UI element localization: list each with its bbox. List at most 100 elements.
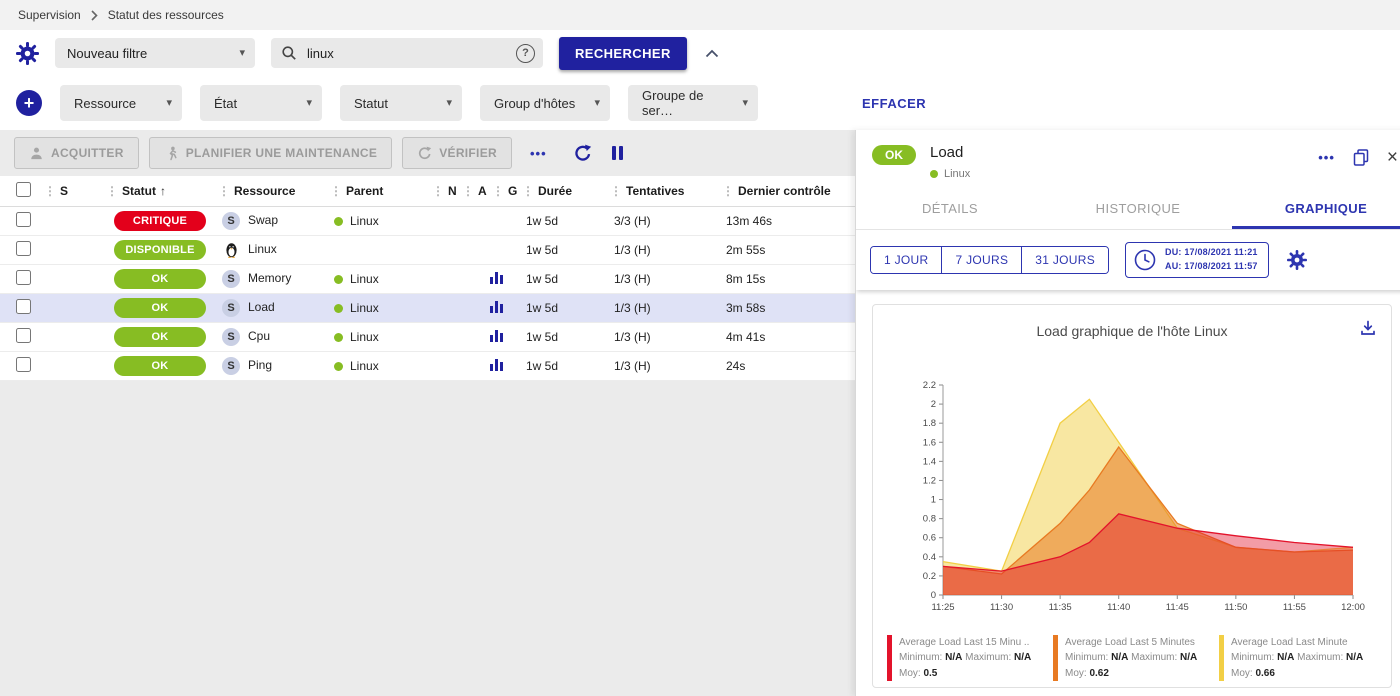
parent-name[interactable]: Linux [350, 272, 379, 286]
col-header-n[interactable]: N [448, 184, 457, 198]
column-drag-handle-icon[interactable]: ⋮ [432, 184, 444, 198]
search-input[interactable] [307, 46, 506, 61]
table-row-selected[interactable]: OK SLoad Linux 1w 5d 1/3 (H) 3m 58s [0, 293, 855, 322]
filter-servicegroup-select[interactable]: Groupe de ser… ▾ [628, 85, 758, 121]
filter-resource-label: Ressource [74, 96, 136, 111]
resource-name[interactable]: Load [248, 300, 275, 314]
maintenance-button[interactable]: PLANIFIER UNE MAINTENANCE [149, 137, 393, 169]
table-row[interactable]: OK SPing Linux 1w 5d 1/3 (H) 24s [0, 351, 855, 380]
column-drag-handle-icon[interactable]: ⋮ [610, 184, 622, 198]
legend-color-bar [1219, 635, 1224, 681]
legend-item[interactable]: Average Load Last 15 Minu .. Minimum: N/… [887, 635, 1045, 682]
add-criteria-button[interactable]: + [16, 90, 42, 116]
maintenance-label: PLANIFIER UNE MAINTENANCE [186, 146, 378, 160]
settings-gear-icon[interactable] [16, 42, 39, 65]
refresh-icon[interactable] [573, 144, 592, 163]
resource-name[interactable]: Swap [248, 213, 278, 227]
row-checkbox[interactable] [16, 299, 31, 314]
duration-cell: 1w 5d [520, 235, 608, 264]
download-icon[interactable] [1359, 319, 1377, 337]
acknowledge-button[interactable]: ACQUITTER [14, 137, 139, 169]
col-header-resource[interactable]: Ressource [234, 184, 295, 198]
acknowledge-label: ACQUITTER [51, 146, 124, 160]
svg-text:2: 2 [931, 399, 936, 410]
col-header-a[interactable]: A [478, 184, 487, 198]
search-field[interactable]: ? [271, 38, 543, 68]
pause-icon[interactable] [612, 146, 623, 160]
column-drag-handle-icon[interactable]: ⋮ [218, 184, 230, 198]
tab-details[interactable]: DÉTAILS [856, 188, 1044, 229]
row-checkbox[interactable] [16, 357, 31, 372]
resource-name[interactable]: Linux [248, 242, 277, 256]
range-1-day-button[interactable]: 1 JOUR [871, 247, 941, 273]
col-header-parent[interactable]: Parent [346, 184, 383, 198]
graph-settings-gear-icon[interactable] [1287, 250, 1307, 270]
check-refresh-icon [417, 146, 432, 161]
range-7-days-button[interactable]: 7 JOURS [941, 247, 1021, 273]
linux-penguin-icon [222, 242, 240, 258]
help-icon[interactable]: ? [516, 44, 535, 63]
table-row[interactable]: OK SMemory Linux 1w 5d 1/3 (H) 8m 15s [0, 264, 855, 293]
parent-name[interactable]: Linux [350, 214, 379, 228]
filter-status-select[interactable]: Statut ▾ [340, 85, 462, 121]
parent-status-dot [334, 275, 343, 284]
column-drag-handle-icon[interactable]: ⋮ [462, 184, 474, 198]
col-header-tries[interactable]: Tentatives [626, 184, 684, 198]
person-icon [29, 146, 44, 161]
breadcrumb-supervision[interactable]: Supervision [18, 8, 81, 22]
table-row[interactable]: OK SCpu Linux 1w 5d 1/3 (H) 4m 41s [0, 322, 855, 351]
resource-name[interactable]: Memory [248, 271, 291, 285]
close-icon[interactable]: × [1387, 148, 1398, 167]
table-row[interactable]: CRITIQUE SSwap Linux 1w 5d 3/3 (H) 13m 4… [0, 206, 855, 235]
col-header-severity[interactable]: S [60, 184, 68, 198]
filter-state-select[interactable]: État ▾ [200, 85, 322, 121]
svg-text:1: 1 [931, 494, 936, 505]
col-header-last-check[interactable]: Dernier contrôle [738, 184, 831, 198]
resource-name[interactable]: Ping [248, 358, 272, 372]
column-drag-handle-icon[interactable]: ⋮ [330, 184, 342, 198]
sort-asc-icon[interactable]: ↑ [160, 184, 166, 198]
filter-resource-select[interactable]: Ressource ▾ [60, 85, 182, 121]
filter-hostgroup-select[interactable]: Group d'hôtes ▾ [480, 85, 610, 121]
select-all-checkbox[interactable] [16, 182, 31, 197]
column-drag-handle-icon[interactable]: ⋮ [722, 184, 734, 198]
col-header-status[interactable]: Statut [122, 184, 156, 198]
clear-filters-button[interactable]: EFFACER [862, 96, 926, 111]
parent-name[interactable]: Linux [350, 301, 379, 315]
tab-historique[interactable]: HISTORIQUE [1044, 188, 1232, 229]
last-check-cell: 2m 55s [720, 235, 855, 264]
detail-more-icon[interactable]: ••• [1318, 150, 1335, 165]
legend-item[interactable]: Average Load Last 5 Minutes Minimum: N/A… [1053, 635, 1211, 682]
saved-filter-select[interactable]: Nouveau filtre ▾ [55, 38, 255, 68]
column-drag-handle-icon[interactable]: ⋮ [492, 184, 504, 198]
column-drag-handle-icon[interactable]: ⋮ [106, 184, 118, 198]
row-checkbox[interactable] [16, 270, 31, 285]
tries-cell: 1/3 (H) [608, 322, 720, 351]
legend-item[interactable]: Average Load Last Minute Minimum: N/A Ma… [1219, 635, 1377, 682]
row-checkbox[interactable] [16, 241, 31, 256]
parent-name[interactable]: Linux [350, 359, 379, 373]
time-range-bar: 1 JOUR 7 JOURS 31 JOURS DU: 17/08/2021 1… [856, 230, 1400, 290]
more-actions-icon[interactable]: ••• [530, 146, 547, 161]
column-drag-handle-icon[interactable]: ⋮ [522, 184, 534, 198]
graph-icon[interactable] [490, 300, 503, 313]
chevron-up-icon[interactable] [705, 49, 719, 58]
tab-graphique[interactable]: GRAPHIQUE [1232, 188, 1400, 229]
row-checkbox[interactable] [16, 212, 31, 227]
parent-name[interactable]: Linux [350, 330, 379, 344]
copy-link-icon[interactable] [1353, 149, 1369, 166]
resource-name[interactable]: Cpu [248, 329, 270, 343]
table-row[interactable]: DISPONIBLE Linux 1w 5d 1/3 (H) 2m 55s [0, 235, 855, 264]
search-button[interactable]: RECHERCHER [559, 37, 687, 70]
col-header-g[interactable]: G [508, 184, 517, 198]
row-checkbox[interactable] [16, 328, 31, 343]
actions-toolbar: ACQUITTER PLANIFIER UNE MAINTENANCE VÉRI… [0, 130, 855, 176]
custom-period-picker[interactable]: DU: 17/08/2021 11:21 AU: 17/08/2021 11:5… [1125, 242, 1269, 278]
check-button[interactable]: VÉRIFIER [402, 137, 512, 169]
graph-icon[interactable] [490, 358, 503, 371]
graph-icon[interactable] [490, 271, 503, 284]
graph-icon[interactable] [490, 329, 503, 342]
col-header-duration[interactable]: Durée [538, 184, 572, 198]
range-31-days-button[interactable]: 31 JOURS [1021, 247, 1108, 273]
column-drag-handle-icon[interactable]: ⋮ [44, 184, 56, 198]
